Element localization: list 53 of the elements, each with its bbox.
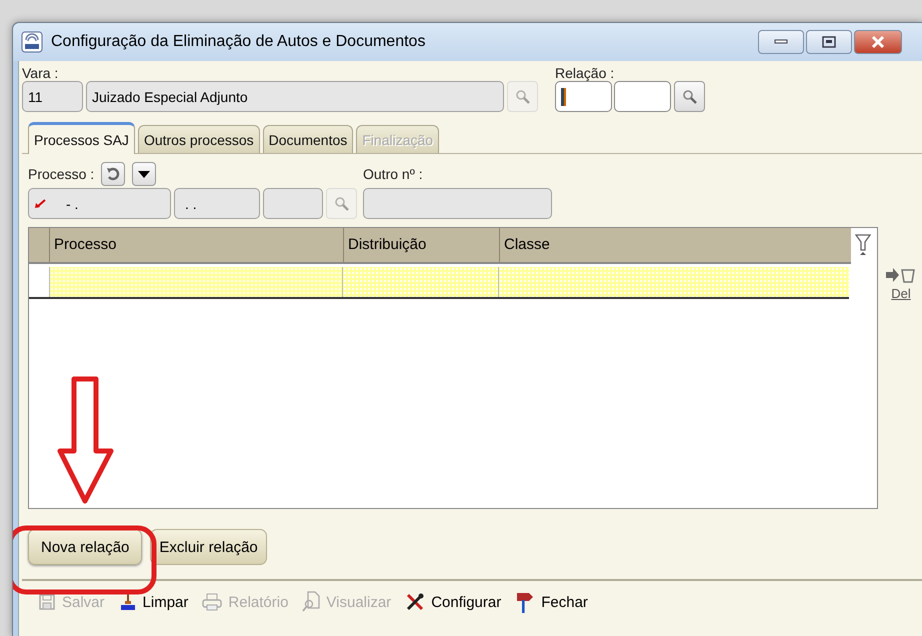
- maximize-button[interactable]: [806, 30, 852, 54]
- close-icon: [871, 35, 885, 49]
- input-field[interactable]: [263, 188, 323, 219]
- search-icon: [682, 88, 698, 104]
- exit-button[interactable]: Fechar: [515, 591, 588, 613]
- tools-button[interactable]: Configurar: [405, 592, 502, 612]
- table-cell[interactable]: [48, 267, 342, 297]
- minimize-icon: [774, 39, 788, 45]
- field-value: . .: [185, 196, 197, 212]
- caret-icon: [137, 169, 152, 179]
- vara-code-field[interactable]: 11: [22, 81, 83, 112]
- undo-icon: [105, 166, 122, 182]
- search-button[interactable]: [674, 81, 705, 112]
- column-header[interactable]: Processo: [49, 228, 343, 262]
- dropdown-button[interactable]: [132, 162, 156, 186]
- vara-name-field[interactable]: Juizado Especial Adjunto: [86, 81, 504, 112]
- new-list-button[interactable]: Nova relação: [28, 529, 142, 565]
- process-number-field[interactable]: - .: [28, 188, 171, 219]
- magnifier-page-icon: [302, 591, 320, 613]
- process-number-field[interactable]: . .: [174, 188, 260, 219]
- tab[interactable]: Processos SAJ: [28, 122, 135, 154]
- column-header[interactable]: Distribuição: [343, 228, 499, 262]
- input-field[interactable]: [363, 188, 552, 219]
- wrench-screwdriver-icon: [405, 592, 426, 612]
- delete-list-button[interactable]: Excluir relação: [150, 529, 267, 565]
- tab[interactable]: Documentos: [262, 125, 354, 153]
- processo-label: Processo :: [28, 166, 94, 182]
- outro-label: Outro nº :: [363, 166, 424, 182]
- input-field[interactable]: [555, 81, 612, 112]
- undo-button[interactable]: [101, 162, 126, 186]
- close-button[interactable]: [854, 30, 902, 54]
- clear-button[interactable]: Limpar: [118, 592, 188, 612]
- vara-label: Vara :: [22, 65, 60, 81]
- search-icon[interactable]: [507, 81, 538, 112]
- window-title: Configuração da Eliminação de Autos e Documentos: [51, 33, 426, 51]
- search-icon[interactable]: [326, 188, 357, 219]
- app-icon: [21, 31, 43, 53]
- tab[interactable]: Outros processos: [138, 125, 260, 153]
- column-header[interactable]: Classe: [499, 228, 851, 262]
- printer-icon: [202, 593, 222, 611]
- restore-icon: [822, 36, 836, 48]
- broom-icon: [118, 592, 137, 612]
- delete-link[interactable]: Del: [891, 286, 911, 301]
- table-cell[interactable]: [342, 267, 498, 297]
- filter-icon[interactable]: [855, 234, 871, 256]
- field-value: - .: [66, 196, 78, 212]
- relacao-label: Relação :: [555, 65, 616, 81]
- input-field[interactable]: [614, 81, 671, 112]
- arrow-icon: [34, 198, 46, 208]
- delete-icon[interactable]: [885, 266, 917, 284]
- signpost-icon: [515, 591, 536, 613]
- minimize-button[interactable]: [758, 30, 804, 54]
- table-cell[interactable]: [498, 267, 849, 297]
